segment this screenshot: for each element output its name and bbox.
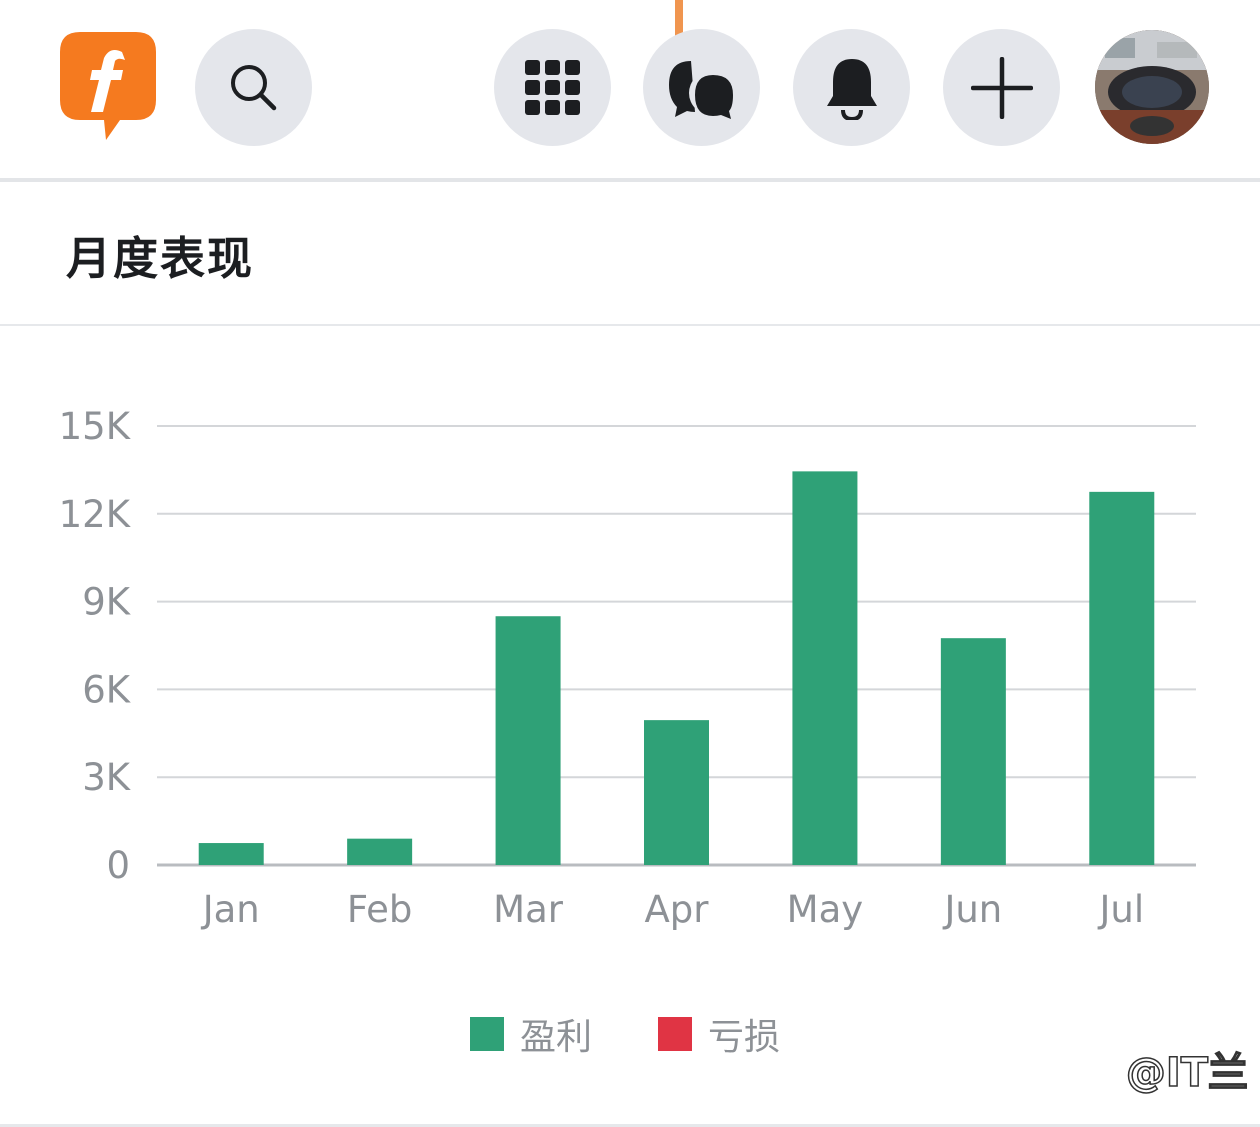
x-tick-label: Jul [1097,888,1144,931]
watermark-text: @IT兰 [1125,1049,1249,1097]
top-navigation-bar [0,0,1260,178]
x-tick-label: Feb [347,888,413,931]
y-tick-label: 9K [82,581,132,624]
y-tick-label: 0 [106,844,130,887]
bar-may [792,471,858,865]
notifications-button[interactable] [793,29,910,146]
legend-label-profit: 盈利 [520,1017,593,1058]
legend-swatch-loss [658,1017,693,1051]
profile-avatar[interactable] [1095,30,1209,144]
legend-swatch-profit [470,1017,504,1051]
plus-icon [970,56,1033,119]
bar-jan [198,843,264,865]
y-tick-label: 3K [82,756,132,799]
x-tick-label: May [787,888,864,931]
bar-mar [495,616,561,865]
section-title: 月度表现 [66,232,255,285]
bar-jun [940,638,1006,865]
legend-item-profit[interactable]: 盈利 [470,1008,592,1060]
chart-legend: 盈利 亏损 [470,1008,846,1060]
legend-label-loss: 亏损 [708,1017,781,1058]
legend-item-loss[interactable]: 亏损 [658,1008,780,1060]
x-tick-label: Jan [201,888,260,931]
brand-logo-icon[interactable] [58,30,158,142]
bar-jul [1089,491,1155,865]
create-button[interactable] [943,29,1060,146]
monthly-bar-chart: 0 3K 6K 9K 12K 15K Jan Feb Mar Apr May Jun Jul [59,405,1196,931]
bar-apr [644,720,709,865]
x-tick-label: Mar [493,888,564,931]
search-button[interactable] [195,29,312,146]
x-tick-label: Apr [644,888,709,931]
y-tick-label: 6K [82,668,132,711]
section-divider [0,324,1260,326]
y-tick-label: 12K [59,493,132,536]
grid-menu-icon [524,59,580,115]
bell-icon [826,58,877,120]
y-tick-label: 15K [59,405,132,448]
header-divider [0,178,1260,182]
chat-bubbles-icon [668,60,733,119]
search-icon [230,64,276,110]
x-tick-label: Jun [942,888,1002,931]
bar-feb [347,838,413,865]
messenger-button[interactable] [643,29,760,146]
menu-button[interactable] [494,29,611,146]
avatar-photo-icon [1095,30,1209,144]
